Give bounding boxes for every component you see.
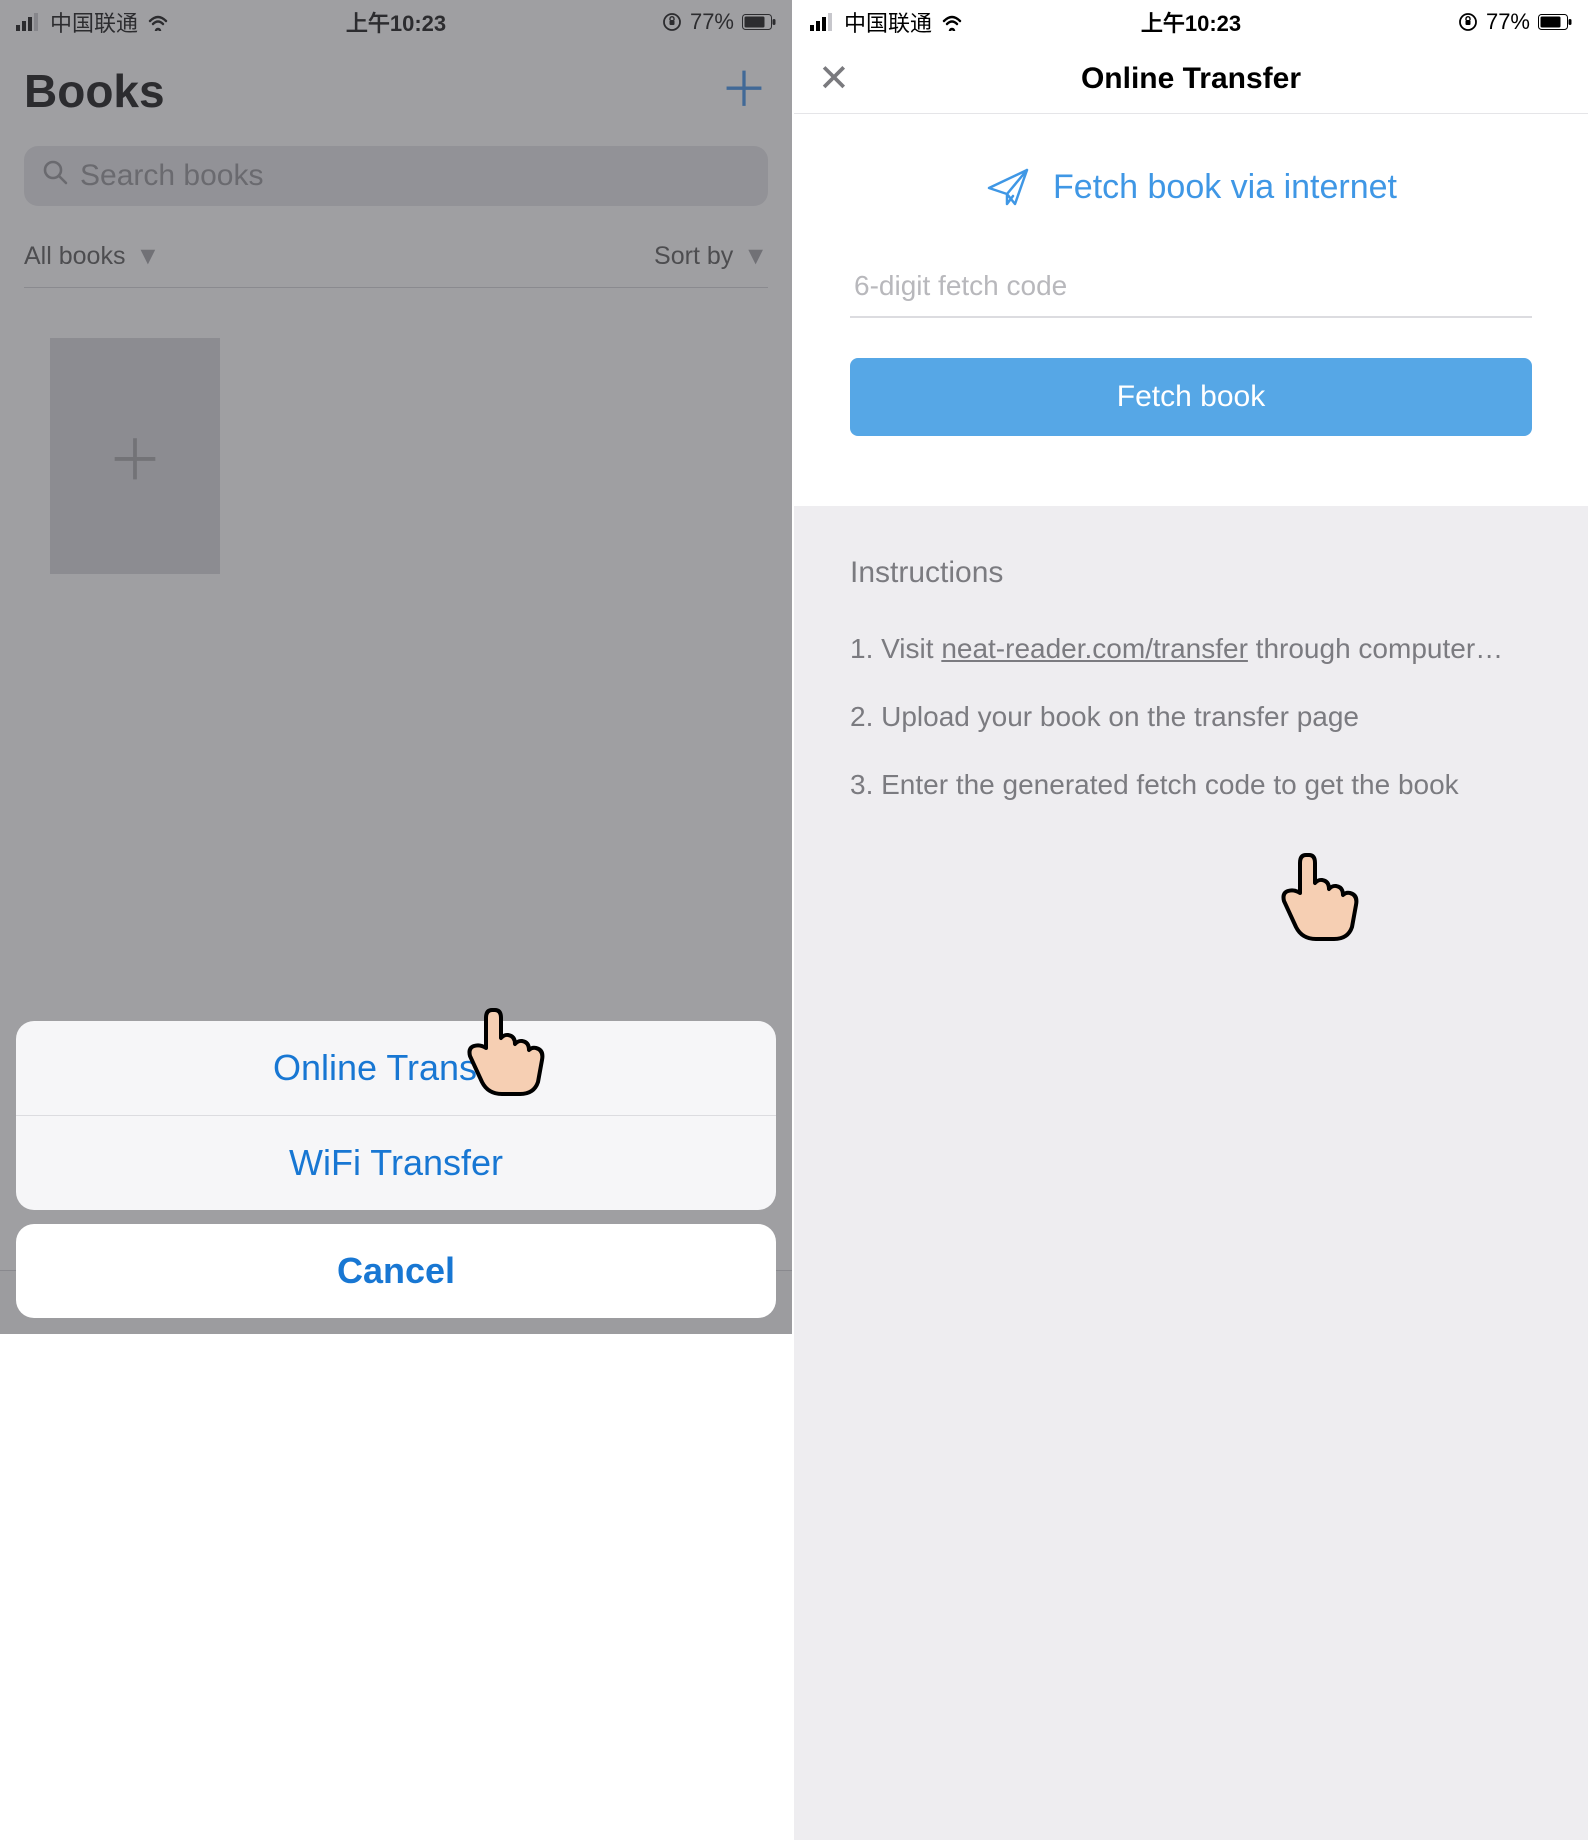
carrier-label: 中国联通 bbox=[844, 6, 932, 38]
battery-pct: 77% bbox=[1486, 9, 1530, 35]
status-bar: 中国联通 上午10:23 77% bbox=[794, 0, 1588, 44]
close-icon[interactable]: ✕ bbox=[818, 56, 850, 101]
screen-books: 中国联通 上午10:23 77% Books ＋ Search books bbox=[0, 0, 794, 1334]
rotation-lock-icon bbox=[1458, 12, 1478, 32]
paper-plane-icon bbox=[985, 164, 1031, 210]
pointer-cursor-icon bbox=[1274, 845, 1364, 945]
instructions-heading: Instructions bbox=[850, 556, 1532, 590]
step1-suffix: through computer… bbox=[1248, 633, 1503, 664]
sheet-cancel[interactable]: Cancel bbox=[16, 1224, 776, 1318]
instruction-step-3: 3. Enter the generated fetch code to get… bbox=[850, 766, 1532, 804]
signal-icon bbox=[810, 13, 836, 31]
modal-title: Online Transfer bbox=[1081, 62, 1301, 96]
transfer-link[interactable]: neat-reader.com/transfer bbox=[941, 633, 1248, 664]
clock: 上午10:23 bbox=[1141, 6, 1241, 38]
instruction-step-2: 2. Upload your book on the transfer page bbox=[850, 698, 1532, 736]
wifi-icon bbox=[940, 13, 964, 31]
instruction-step-1: 1. Visit neat-reader.com/transfer throug… bbox=[850, 630, 1532, 668]
screen-online-transfer: 中国联通 上午10:23 77% ✕ Online Transfer Fetch… bbox=[794, 0, 1588, 1334]
sheet-wifi-transfer[interactable]: WiFi Transfer bbox=[16, 1115, 776, 1210]
battery-icon bbox=[1538, 14, 1572, 30]
action-sheet: Online Transfer WiFi Transfer Cancel bbox=[16, 1021, 776, 1318]
fetch-code-input[interactable] bbox=[850, 260, 1532, 318]
hero-row: Fetch book via internet bbox=[794, 114, 1588, 260]
fetch-book-button[interactable]: Fetch book bbox=[850, 358, 1532, 436]
sheet-online-transfer[interactable]: Online Transfer bbox=[16, 1021, 776, 1115]
hero-label: Fetch book via internet bbox=[1053, 168, 1397, 207]
modal-header: ✕ Online Transfer bbox=[794, 44, 1588, 114]
pointer-cursor-icon bbox=[460, 1000, 550, 1100]
step1-prefix: 1. Visit bbox=[850, 633, 941, 664]
instructions-panel: Instructions 1. Visit neat-reader.com/tr… bbox=[794, 506, 1588, 1840]
